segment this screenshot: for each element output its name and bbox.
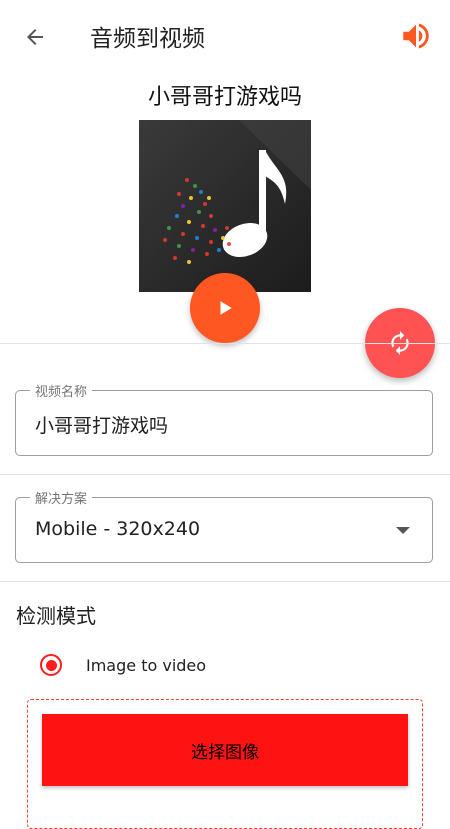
image-to-video-option[interactable]: Image to video <box>40 650 206 680</box>
resolution-dropdown[interactable]: 解决方案 Mobile - 320x240 <box>15 488 433 563</box>
arrow-left-icon <box>27 29 43 45</box>
track-title: 小哥哥打游戏吗 <box>147 85 302 110</box>
radio-button-icon[interactable] <box>40 654 62 676</box>
play-button[interactable] <box>190 273 260 343</box>
video-name-field[interactable]: 视频名称 小哥哥打游戏吗 <box>15 381 433 456</box>
detection-mode-heading: 检测模式 <box>16 604 96 628</box>
divider <box>0 343 450 344</box>
resolution-selected-value: Mobile - 320x240 <box>35 518 201 540</box>
video-name-input[interactable]: 小哥哥打游戏吗 <box>35 411 168 438</box>
volume-button[interactable] <box>396 16 436 56</box>
divider <box>0 474 450 475</box>
page-title: 音频到视频 <box>90 26 205 52</box>
resolution-label: 解决方案 <box>30 488 93 507</box>
play-icon <box>220 301 232 315</box>
divider <box>0 581 450 582</box>
app-bar: 音频到视频 <box>0 0 450 72</box>
back-button[interactable] <box>18 20 52 54</box>
album-cover <box>139 120 311 292</box>
radio-selected-dot <box>45 659 57 671</box>
music-note-icon <box>139 120 311 292</box>
video-name-label: 视频名称 <box>30 381 93 400</box>
select-image-button[interactable]: 选择图像 <box>42 714 408 786</box>
dropdown-arrow-icon <box>396 527 410 534</box>
image-to-video-label: Image to video <box>86 655 207 675</box>
volume-icon <box>403 23 429 49</box>
